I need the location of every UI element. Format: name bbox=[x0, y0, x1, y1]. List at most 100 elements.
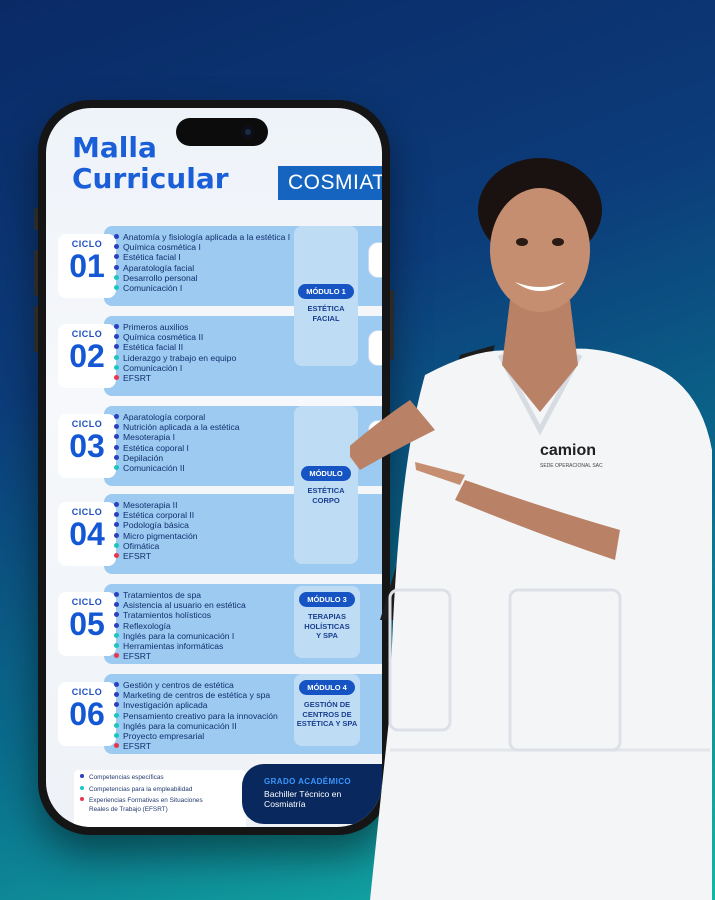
course-name: Estética facial II bbox=[123, 342, 184, 353]
cycle-number: 06 bbox=[69, 696, 105, 732]
course-dot-icon bbox=[114, 375, 119, 381]
module-1-name-line-2: FACIAL bbox=[312, 313, 340, 323]
course-item: Inglés para la comunicación II bbox=[114, 721, 278, 731]
cycle-number: 01 bbox=[69, 248, 105, 284]
course-dot-icon bbox=[114, 444, 119, 450]
course-name: Estética facial I bbox=[123, 252, 181, 263]
course-item: Reflexología bbox=[114, 621, 246, 631]
course-item: Aparatología facial bbox=[114, 263, 290, 273]
course-dot-icon bbox=[114, 364, 119, 370]
course-item: Estética facial II bbox=[114, 342, 236, 352]
course-item: Mesoterapia II bbox=[114, 500, 198, 510]
course-dot-icon bbox=[114, 692, 119, 698]
course-name: Inglés para la comunicación II bbox=[123, 720, 237, 731]
course-item: Primeros auxilios bbox=[114, 322, 236, 332]
module-1-pill: MÓDULO 1 bbox=[298, 284, 354, 299]
module-1-name-line-1: ESTÉTICA bbox=[307, 304, 345, 313]
course-name: Desarrollo personal bbox=[123, 272, 198, 283]
course-name: Comunicación I bbox=[123, 362, 183, 373]
title-line-2: Curricular bbox=[72, 162, 229, 195]
course-item: Química cosmética II bbox=[114, 332, 236, 342]
course-name: Mesoterapia I bbox=[123, 432, 176, 443]
course-name: Anatomía y fisiología aplicada a la esté… bbox=[123, 232, 291, 242]
uniform-logo-subtitle: SEDE OPERACIONAL SAC bbox=[540, 463, 603, 469]
course-name: EFSRT bbox=[123, 551, 152, 562]
course-item: Depilación bbox=[114, 453, 240, 463]
cycle-number: 05 bbox=[69, 606, 105, 642]
course-name: Química cosmética II bbox=[123, 332, 204, 343]
legend-label: Competencias para la empleabilidad bbox=[89, 785, 193, 793]
legend-item-efsrt: Experiencias Formativas en Situaciones bbox=[80, 797, 240, 806]
course-item: Gestión y centros de estética bbox=[114, 680, 278, 690]
course-item: Desarrollo personal bbox=[114, 273, 290, 283]
course-dot-icon bbox=[114, 434, 119, 440]
cycle-label: CICLO 02 bbox=[58, 324, 116, 388]
legend: Competencias específicas Competencias pa… bbox=[74, 770, 246, 827]
course-item: Estética coporal I bbox=[114, 443, 240, 453]
course-dot-icon bbox=[114, 454, 119, 460]
course-name: Podología básica bbox=[123, 520, 189, 531]
course-item: Liderazgo y trabajo en equipo bbox=[114, 353, 236, 363]
course-dot-icon bbox=[114, 264, 119, 270]
course-item: Tratamientos holísticos bbox=[114, 610, 246, 620]
course-item: Pensamiento creativo para la innovación bbox=[114, 711, 278, 721]
course-item: Marketing de centros de estética y spa bbox=[114, 690, 278, 700]
course-dot-icon bbox=[114, 274, 119, 280]
course-name: Reflexología bbox=[123, 620, 171, 631]
course-item: Nutrición aplicada a la estética bbox=[114, 422, 240, 432]
course-name: Nutrición aplicada a la estética bbox=[123, 422, 240, 433]
course-dot-icon bbox=[114, 465, 119, 471]
course-name: Ofimática bbox=[123, 540, 160, 551]
cycle-number: 02 bbox=[69, 338, 105, 374]
course-name: Aparatología corporal bbox=[123, 412, 206, 422]
course-dot-icon bbox=[114, 612, 119, 618]
course-dot-icon bbox=[114, 712, 119, 718]
title-line-1: Malla bbox=[72, 131, 157, 164]
legend-item-empleabilidad: Competencias para la empleabilidad bbox=[80, 785, 240, 795]
course-list: Mesoterapia II Estética corporal II Podolo… bbox=[114, 500, 198, 561]
course-item: EFSRT bbox=[114, 373, 236, 383]
phone-mockup: Malla Curricular COSMIATR CICLO01Anatomí… bbox=[34, 100, 394, 835]
face bbox=[490, 188, 590, 312]
course-item: Química cosmética I bbox=[114, 242, 290, 252]
legend-label: Experiencias Formativas en Situaciones bbox=[89, 797, 203, 804]
module-2-name-line-1: ESTÉTICA bbox=[307, 486, 345, 495]
course-name: Tratamientos holísticos bbox=[123, 610, 212, 621]
course-dot-icon bbox=[114, 733, 119, 739]
camera-icon bbox=[242, 126, 254, 138]
course-item: Inglés para la comunicación I bbox=[114, 631, 246, 641]
course-list: Primeros auxilios Química cosmética II Est… bbox=[114, 322, 236, 383]
course-item: Micro pigmentación bbox=[114, 531, 198, 541]
course-dot-icon bbox=[114, 532, 119, 538]
course-dot-icon bbox=[114, 602, 119, 608]
course-name: Aparatología facial bbox=[123, 262, 195, 273]
module-4-pill: MÓDULO 4 bbox=[299, 680, 355, 695]
course-name: Comunicación I bbox=[123, 283, 183, 294]
course-dot-icon bbox=[114, 344, 119, 350]
phone-mute-switch bbox=[34, 208, 38, 230]
legend-item-efsrt-line-2: Reales de Trabajo (EFSRT) bbox=[89, 805, 168, 813]
module-1-box: MÓDULO 1 ESTÉTICA FACIAL bbox=[294, 226, 358, 366]
cycle-number: 04 bbox=[69, 516, 105, 552]
page-title: Malla Curricular bbox=[72, 132, 229, 194]
module-2-pill: MÓDULO bbox=[301, 466, 351, 481]
course-name: EFSRT bbox=[123, 741, 152, 752]
course-item: Mesoterapia I bbox=[114, 432, 240, 442]
course-name: Micro pigmentación bbox=[123, 530, 198, 541]
course-name: Estética coporal I bbox=[123, 442, 189, 453]
course-dot-icon bbox=[114, 682, 119, 687]
course-item: Estética corporal II bbox=[114, 510, 198, 520]
course-list: Aparatología corporal Nutrición aplicada … bbox=[114, 412, 240, 473]
course-name: Herramientas informáticas bbox=[123, 641, 224, 652]
course-dot-icon bbox=[114, 643, 119, 649]
course-list: Gestión y centros de estética Marketing d… bbox=[114, 680, 278, 751]
course-item: EFSRT bbox=[114, 651, 246, 661]
course-item: Comunicación II bbox=[114, 463, 240, 473]
course-name: Liderazgo y trabajo en equipo bbox=[123, 352, 237, 363]
course-name: EFSRT bbox=[123, 651, 152, 662]
course-item: Anatomía y fisiología aplicada a la esté… bbox=[114, 232, 290, 242]
course-dot-icon bbox=[114, 542, 119, 548]
cycle-number: 03 bbox=[69, 428, 105, 464]
cycle-label: CICLO 01 bbox=[58, 234, 116, 298]
course-dot-icon bbox=[114, 334, 119, 340]
